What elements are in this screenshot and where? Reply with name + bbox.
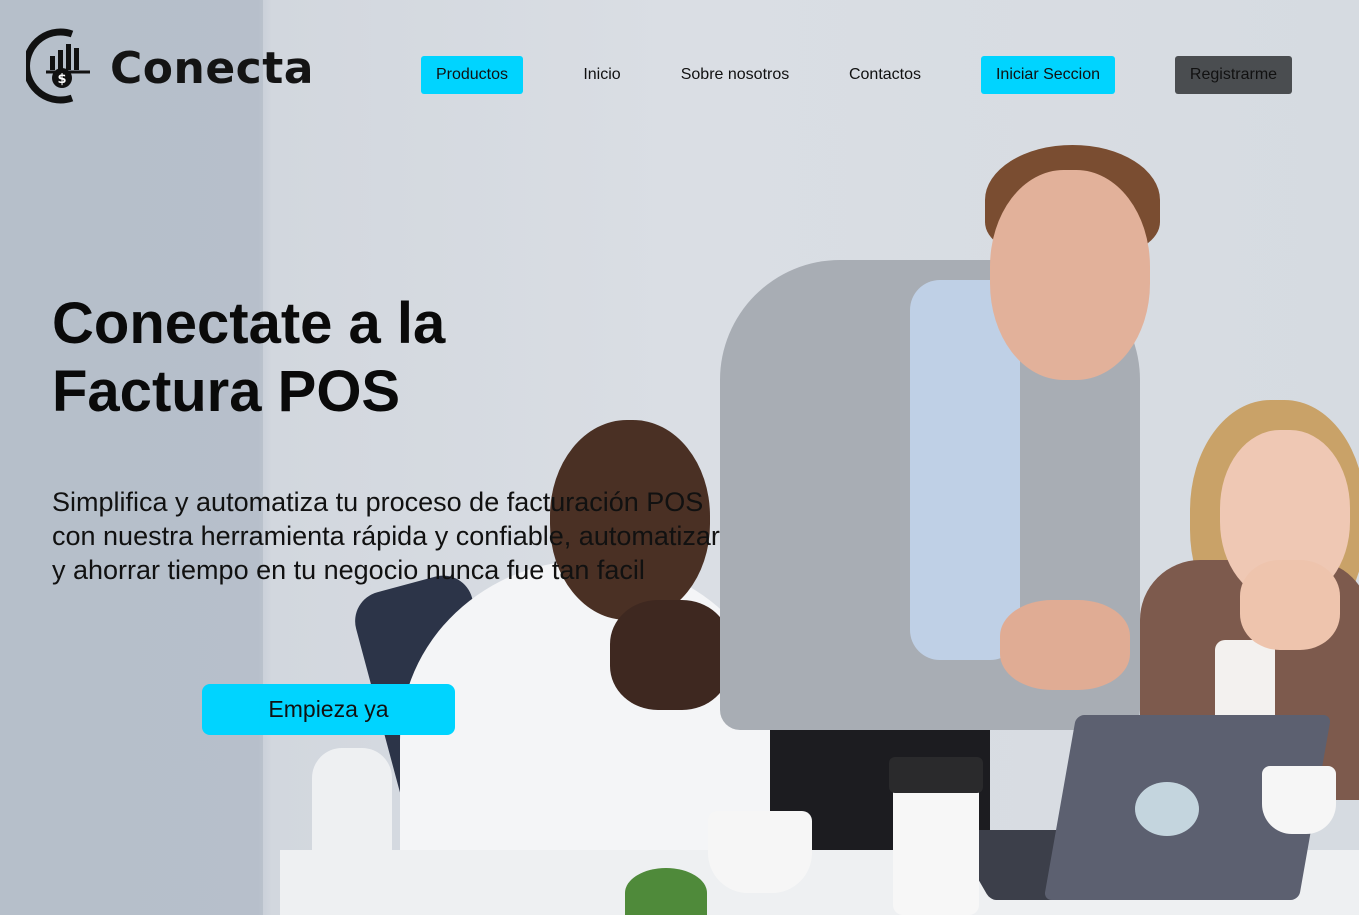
brand-name: Conecta — [110, 42, 314, 94]
man-sitting-hand — [610, 600, 730, 710]
man-standing-head — [990, 170, 1150, 380]
coin-chart-logo-icon: $ — [23, 26, 96, 111]
nav-inicio[interactable]: Inicio — [570, 56, 634, 94]
ceramic-cup — [708, 811, 812, 893]
hero-title-line2: Factura POS — [52, 359, 401, 424]
top-navbar: $ Conecta Productos Inicio Sobre nosotro… — [0, 0, 1359, 140]
svg-text:$: $ — [57, 72, 66, 87]
man-standing-hand — [1000, 600, 1130, 690]
woman-hand — [1240, 560, 1340, 650]
hero-title: Conectate a la Factura POS — [52, 290, 612, 426]
register-button[interactable]: Registrarme — [1175, 56, 1292, 94]
nav-productos[interactable]: Productos — [421, 56, 523, 94]
hero-title-line1: Conectate a la — [52, 291, 446, 356]
laptop-logo — [1135, 782, 1199, 836]
cta-start-button[interactable]: Empieza ya — [202, 684, 455, 735]
desk-plant — [625, 868, 707, 915]
brand-logo[interactable]: $ Conecta — [23, 26, 314, 111]
login-button[interactable]: Iniciar Seccion — [981, 56, 1115, 94]
ceramic-mug — [1262, 766, 1336, 834]
paper-cup-lid — [889, 757, 983, 793]
hero-description: Simplifica y automatiza tu proceso de fa… — [52, 487, 720, 585]
nav-contactos[interactable]: Contactos — [838, 56, 932, 94]
nav-sobre-nosotros[interactable]: Sobre nosotros — [670, 56, 800, 94]
